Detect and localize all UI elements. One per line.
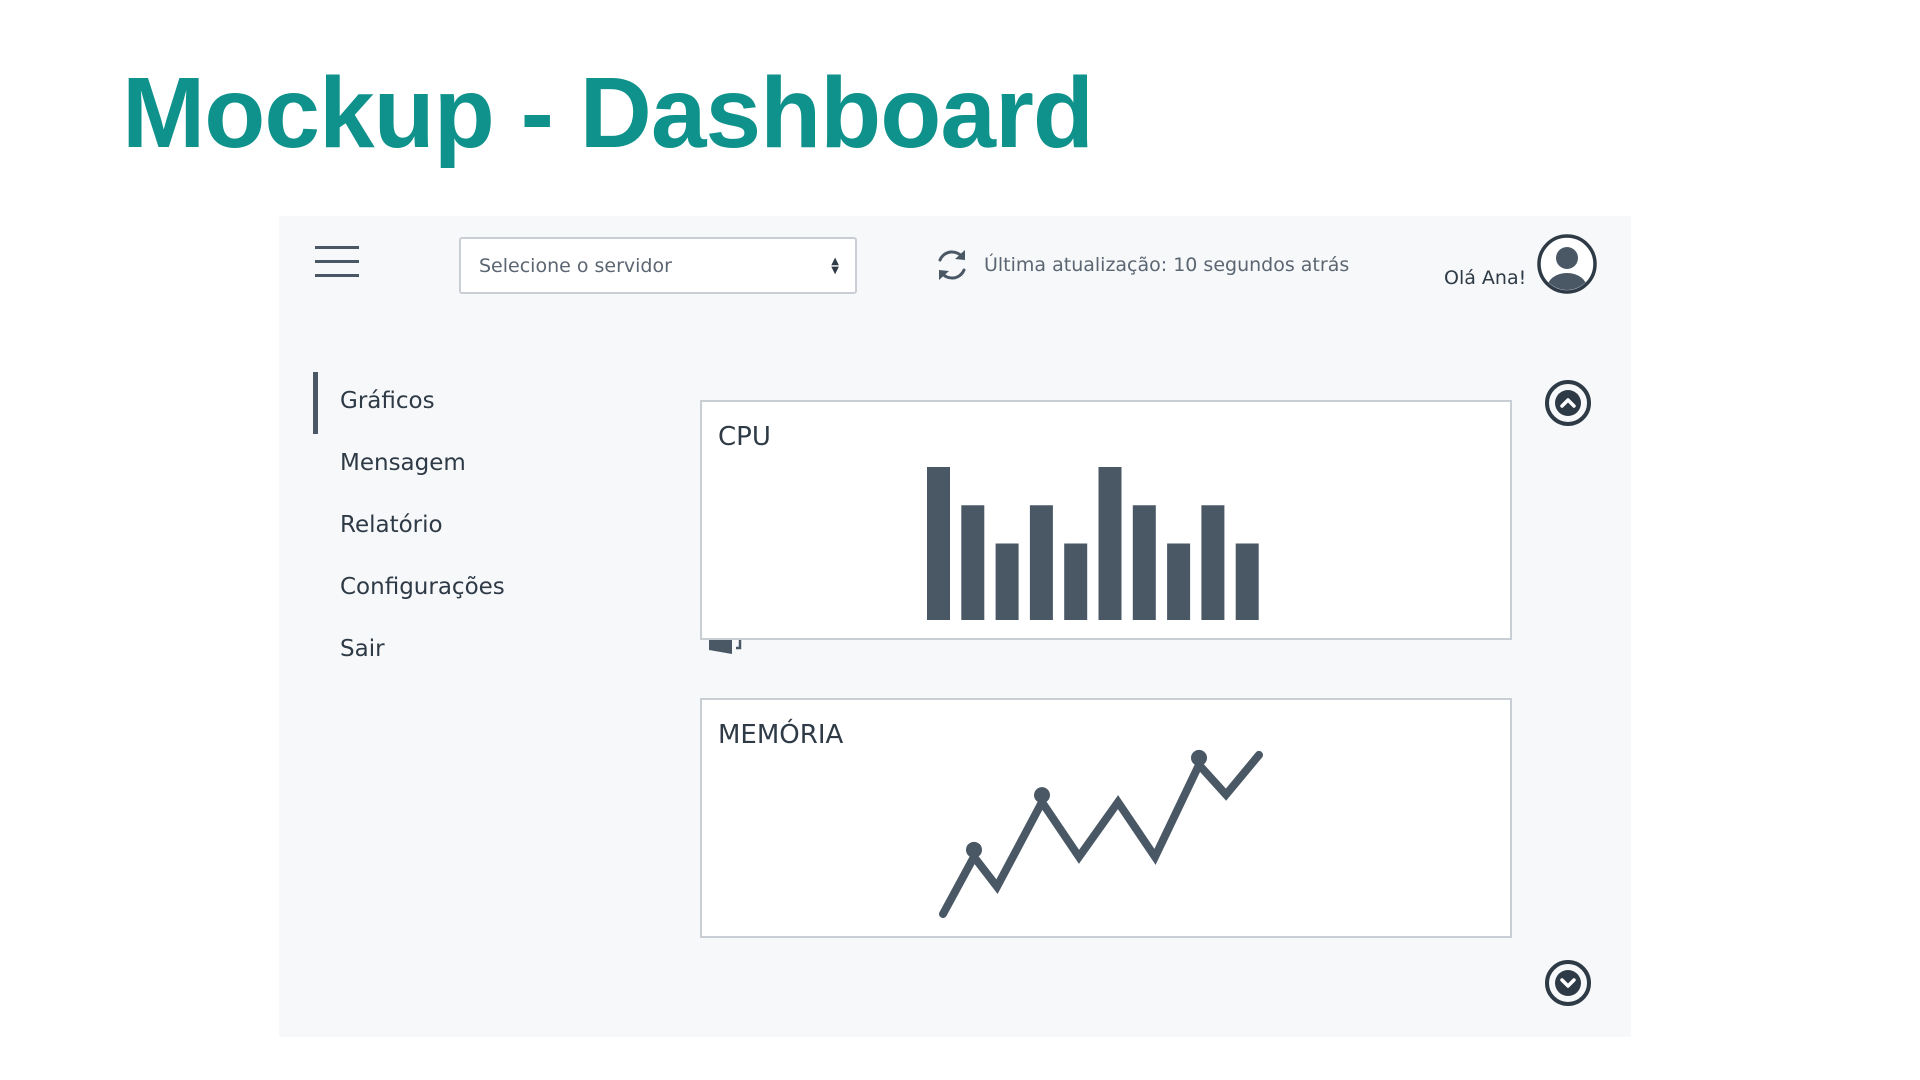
active-indicator <box>313 372 318 434</box>
cpu-bar <box>927 467 950 620</box>
memory-point-marker <box>1034 787 1050 804</box>
slide-title: Mockup - Dashboard <box>122 57 1094 169</box>
cpu-bar <box>961 505 985 620</box>
sidebar-item-relatorio[interactable]: Relatório <box>340 512 443 538</box>
memory-point-marker <box>966 841 982 858</box>
refresh-icon[interactable] <box>932 245 972 285</box>
hamburger-menu-icon[interactable] <box>315 246 359 280</box>
memory-series-line <box>939 750 1263 918</box>
user-greeting: Olá Ana! <box>1444 267 1527 289</box>
cpu-bar <box>995 543 1019 620</box>
cpu-bar <box>1132 505 1156 620</box>
server-select-value: Selecione o servidor <box>479 254 672 277</box>
last-update-status: Última atualização: 10 segundos atrás <box>984 254 1350 276</box>
cpu-bar <box>1201 505 1225 620</box>
chevron-down-circle-icon[interactable] <box>1543 958 1593 1008</box>
select-arrows-icon: ▲ ▼ <box>831 256 839 276</box>
dashboard-mockup: Selecione o servidor ▲ ▼ Última atualizaç… <box>279 216 1631 1037</box>
sidebar-item-sair[interactable]: Sair <box>340 636 385 662</box>
cpu-bar <box>1235 543 1259 620</box>
cpu-bar-chart <box>927 467 1259 620</box>
sidebar-item-mensagem[interactable]: Mensagem <box>340 450 466 476</box>
sidebar-item-graficos[interactable]: Gráficos <box>340 388 435 414</box>
server-select[interactable]: Selecione o servidor ▲ ▼ <box>459 237 857 294</box>
memory-point-marker <box>1191 749 1207 766</box>
cpu-bar <box>1029 505 1053 620</box>
cpu-bar <box>1167 543 1191 620</box>
chevron-up-circle-icon[interactable] <box>1543 378 1593 428</box>
cpu-bar <box>1064 543 1088 620</box>
memory-chart-panel: MEMÓRIA <box>700 698 1512 938</box>
memory-line-chart <box>939 749 1263 918</box>
cpu-chart-panel: CPU <box>700 400 1512 640</box>
user-avatar-icon[interactable] <box>1535 232 1599 296</box>
cpu-bar <box>1098 467 1122 620</box>
sidebar-item-configuracoes[interactable]: Configurações <box>340 574 505 600</box>
